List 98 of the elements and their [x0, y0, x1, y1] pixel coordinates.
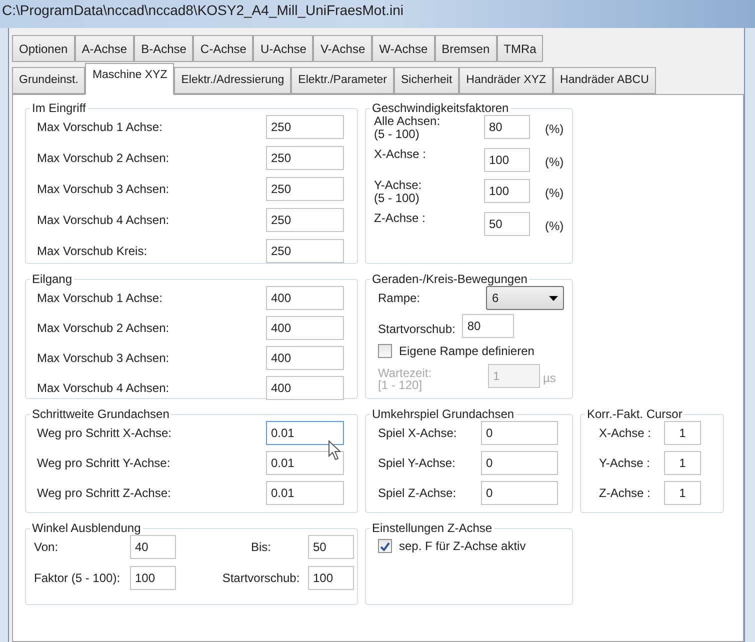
field-label: (5 - 100): [374, 128, 420, 141]
input-field[interactable]: 0.01: [266, 481, 344, 505]
input-field[interactable]: 100: [308, 566, 354, 590]
group-title: Geraden-/Kreis-Bewegungen: [371, 272, 528, 286]
field-label: X-Achse :: [374, 148, 428, 161]
checkbox[interactable]: [378, 344, 392, 358]
tab[interactable]: B-Achse: [134, 35, 194, 62]
input-field[interactable]: 400: [266, 376, 344, 400]
field-label: (5 - 100): [374, 192, 420, 205]
group-title: Eilgang: [31, 272, 74, 286]
input-field[interactable]: 0: [481, 481, 558, 505]
tab[interactable]: Bremsen: [434, 35, 497, 62]
field-label: Max Vorschub 2 Achsen:: [37, 320, 170, 337]
field-label: Y-Achse :: [599, 455, 651, 472]
input-field[interactable]: 400: [266, 346, 344, 370]
field-label: Weg pro Schritt Y-Achse:: [37, 455, 170, 472]
field-label: Alle Achsen:: [374, 115, 440, 128]
field-label: Z-Achse :: [599, 485, 652, 502]
field-label: Max Vorschub Kreis:: [37, 243, 148, 260]
tab[interactable]: Handräder ABCU: [553, 67, 656, 94]
tab[interactable]: V-Achse: [313, 35, 372, 62]
tab[interactable]: Grundeinst.: [12, 67, 86, 94]
group-title: Einstellungen Z-Achse: [371, 521, 494, 535]
input-field[interactable]: 250: [266, 115, 344, 139]
group-title: Im Eingriff: [31, 101, 87, 115]
field-label: Weg pro Schritt Z-Achse:: [37, 485, 171, 502]
field-label: Max Vorschub 3 Achsen:: [37, 181, 170, 198]
mouse-cursor-icon: [328, 440, 342, 461]
field-label: Bis:: [250, 539, 271, 556]
input-field[interactable]: 0.01: [266, 451, 344, 475]
tab[interactable]: Sicherheit: [394, 67, 460, 94]
checkbox-label: sep. F für Z-Achse aktiv: [399, 538, 526, 555]
tab[interactable]: W-Achse: [372, 35, 435, 62]
input-field[interactable]: 100: [130, 566, 176, 590]
input-field[interactable]: 0.01: [266, 421, 344, 445]
input-field[interactable]: 250: [266, 146, 344, 170]
input-field[interactable]: 1: [664, 421, 701, 445]
input-field[interactable]: 40: [130, 535, 176, 559]
input-field[interactable]: 50: [484, 212, 530, 236]
checkmark-icon: [380, 542, 390, 550]
field-label: Weg pro Schritt X-Achse:: [37, 425, 172, 442]
field-label: Faktor (5 - 100):: [34, 570, 122, 587]
input-field[interactable]: 80: [462, 314, 514, 338]
tab[interactable]: Elektr./Parameter: [291, 67, 394, 94]
field-label: Wartezeit:: [378, 367, 433, 379]
input-field[interactable]: 400: [266, 316, 344, 340]
tab[interactable]: U-Achse: [253, 35, 314, 62]
input-field[interactable]: 1: [664, 451, 701, 475]
group-title: Umkehrspiel Grundachsen: [371, 407, 516, 421]
input-field[interactable]: 250: [266, 239, 344, 263]
tab[interactable]: C-Achse: [193, 35, 254, 62]
group-title: Geschwindigkeitsfaktoren: [371, 101, 510, 115]
field-label: Max Vorschub 4 Achsen:: [37, 212, 170, 229]
field-label: Startvorschub:: [222, 570, 300, 587]
field-label: Spiel Z-Achse:: [378, 485, 458, 502]
input-field[interactable]: 100: [484, 148, 530, 172]
input-field[interactable]: 250: [266, 208, 344, 232]
field-label: X-Achse :: [599, 425, 652, 442]
tab[interactable]: Handräder XYZ: [459, 67, 554, 94]
input-field[interactable]: 0: [481, 451, 558, 475]
input-field[interactable]: 1: [664, 481, 701, 505]
group-title: Schrittweite Grundachsen: [31, 407, 170, 421]
caret-down-icon: [549, 296, 558, 300]
field-label: Max Vorschub 2 Achsen:: [37, 150, 170, 167]
field-label: Rampe:: [378, 290, 420, 307]
field-label: (%): [545, 154, 564, 171]
field-label: Spiel Y-Achse:: [378, 455, 456, 472]
field-label: Von:: [34, 539, 60, 556]
tab[interactable]: TMRa: [496, 35, 544, 62]
field-label: [1 - 120]: [378, 379, 424, 391]
field-label: (%): [545, 121, 564, 138]
field-label: (%): [545, 218, 564, 235]
field-label: Max Vorschub 1 Achse:: [37, 119, 162, 136]
field-label: Y-Achse:: [374, 179, 423, 192]
input-field[interactable]: 250: [266, 177, 344, 201]
tab[interactable]: Elektr./Adressierung: [174, 67, 292, 94]
input-field[interactable]: 400: [266, 286, 344, 310]
input-field[interactable]: 0: [481, 421, 558, 445]
field-label: µs: [543, 370, 556, 387]
group-title: Winkel Ausblendung: [31, 521, 142, 535]
field-label: Spiel X-Achse:: [378, 425, 458, 442]
tab[interactable]: Optionen: [12, 35, 75, 62]
field-label: Startvorschub:: [378, 321, 456, 338]
field-label: Z-Achse :: [374, 212, 426, 225]
input-field[interactable]: 80: [484, 115, 530, 139]
group-title: Korr.-Fakt. Cursor: [586, 407, 684, 421]
dropdown[interactable]: 6: [486, 286, 564, 310]
checkbox[interactable]: [378, 539, 392, 553]
window-title: C:\ProgramData\nccad\nccad8\KOSY2_A4_Mill_UniFraesMot.ini: [2, 1, 404, 19]
input-field[interactable]: 50: [308, 535, 354, 559]
field-label: Max Vorschub 4 Achsen:: [37, 380, 170, 397]
tab[interactable]: A-Achse: [74, 35, 134, 62]
field-label: (%): [545, 185, 564, 202]
checkbox-label: Eigene Rampe definieren: [399, 343, 534, 360]
field-label: Max Vorschub 1 Achse:: [37, 290, 162, 307]
input-field[interactable]: 100: [484, 179, 530, 203]
tab[interactable]: Maschine XYZ: [85, 63, 174, 95]
field-label: Max Vorschub 3 Achsen:: [37, 350, 170, 367]
